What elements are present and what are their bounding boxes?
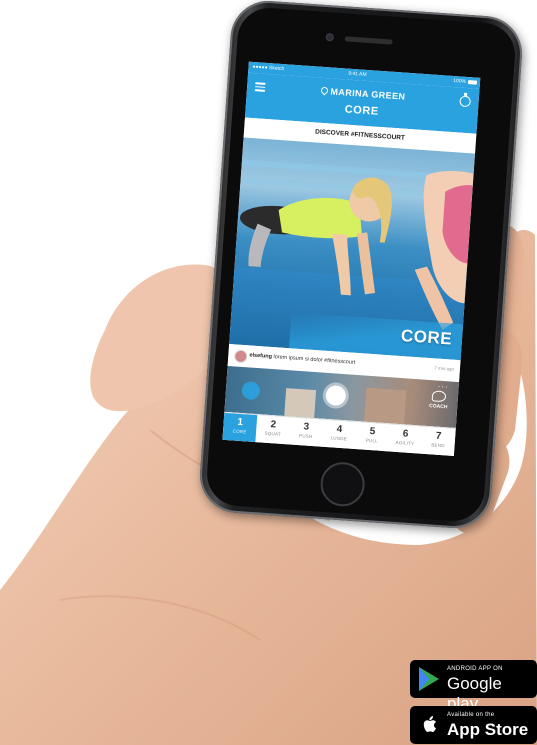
google-badge-small-text: ANDROID APP ON	[447, 666, 503, 672]
tab-number: 1	[237, 416, 244, 429]
hero-label: CORE	[400, 325, 453, 349]
app-store-badge[interactable]: Available on the App Store	[410, 706, 537, 744]
tab-label: PULL	[365, 437, 379, 444]
coach-label: COACH	[428, 403, 448, 411]
apple-badge-big-text: App Store	[447, 720, 529, 739]
app-screen: ●●●●● Sketch 9:41 AM 100% MARINA GREEN C…	[222, 61, 481, 456]
google-play-badge[interactable]: ANDROID APP ON Google play	[410, 660, 537, 713]
capture-button[interactable]	[325, 384, 347, 407]
tab-number: 2	[270, 419, 277, 431]
tab-label: SQUAT	[264, 430, 281, 437]
apple-icon	[423, 716, 436, 732]
phone-device: ●●●●● Sketch 9:41 AM 100% MARINA GREEN C…	[197, 0, 525, 531]
tab-number: 5	[369, 426, 376, 438]
tab-agility[interactable]: 6 AGILITY	[388, 424, 423, 454]
feed-caption: lorem ipsum si dolor #fitnesscourt	[273, 354, 356, 366]
play-button[interactable]	[241, 381, 261, 401]
tab-number: 6	[402, 428, 409, 440]
tab-label: BEND	[431, 442, 445, 449]
location-name: MARINA GREEN	[330, 86, 406, 102]
feed-post-text: elsefung lorem ipsum si dolor #fitnessco…	[249, 352, 355, 365]
battery-label: 100%	[453, 77, 467, 85]
apple-badge-small-text: Available on the	[447, 712, 495, 718]
building-decoration	[364, 387, 407, 425]
battery-icon	[467, 80, 478, 85]
whistle-icon	[431, 390, 447, 403]
coach-button[interactable]: COACH	[427, 390, 450, 410]
tab-label: PUSH	[298, 433, 313, 440]
status-time: 9:41 AM	[348, 70, 367, 78]
feed-timestamp: 7 min ago	[434, 365, 455, 372]
feed-username: elsefung	[249, 352, 273, 361]
tab-label: LUNGE	[330, 435, 348, 442]
tab-number: 7	[435, 430, 442, 443]
avatar	[233, 349, 248, 364]
tab-label: CORE	[232, 428, 247, 435]
location-pin-icon	[319, 85, 330, 96]
tab-core[interactable]: 1 CORE	[222, 412, 258, 444]
tab-label: AGILITY	[395, 439, 415, 447]
more-options-icon[interactable]: ···	[437, 382, 449, 392]
tab-squat[interactable]: 2 SQUAT	[255, 415, 290, 445]
hero-image[interactable]: CORE	[229, 137, 476, 361]
building-decoration	[284, 388, 317, 419]
tab-lunge[interactable]: 4 LUNGE	[322, 420, 357, 450]
tab-number: 3	[303, 421, 310, 433]
tab-number: 4	[336, 423, 343, 436]
tab-bend[interactable]: 7 BEND	[421, 427, 456, 456]
tab-pull[interactable]: 5 PULL	[355, 422, 390, 452]
carrier-label: ●●●●● Sketch	[252, 63, 285, 73]
google-play-icon	[419, 667, 439, 691]
tab-push[interactable]: 3 PUSH	[288, 417, 323, 447]
